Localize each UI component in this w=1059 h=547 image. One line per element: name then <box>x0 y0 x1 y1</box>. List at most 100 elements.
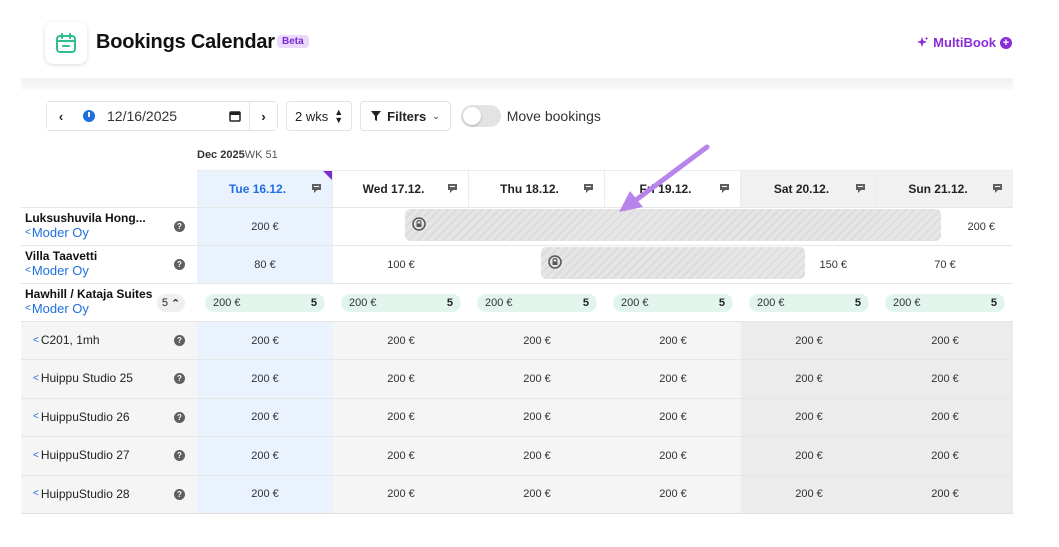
price-cell[interactable]: 200 € <box>333 360 469 397</box>
comment-icon[interactable] <box>719 183 730 194</box>
availability-pill[interactable]: 200 € 5 <box>205 294 325 312</box>
help-icon[interactable]: ? <box>174 373 185 385</box>
price-cell[interactable]: 200 € <box>605 360 741 397</box>
price-cell[interactable]: 200 € <box>469 360 605 397</box>
price-cell[interactable]: 200 € <box>741 322 877 360</box>
price-cell[interactable]: 200 € <box>197 208 333 245</box>
price-cell[interactable]: 200 € <box>469 476 605 513</box>
comment-icon[interactable] <box>583 183 594 194</box>
comment-icon[interactable] <box>311 183 322 194</box>
plus-circle-icon: + <box>1000 36 1012 49</box>
pill-price: 200 € <box>893 297 921 309</box>
today-marker <box>323 171 332 180</box>
multibook-button[interactable]: MultiBook + <box>916 35 1012 50</box>
price-cell[interactable]: 200 € <box>605 476 741 513</box>
price-cell[interactable]: 200 € <box>877 437 1013 475</box>
pill-availability: 5 <box>310 297 317 309</box>
filters-button[interactable]: Filters ⌄ <box>360 101 451 131</box>
comment-icon[interactable] <box>992 183 1003 194</box>
price-cell[interactable]: 200 € <box>469 399 605 436</box>
price-cell[interactable]: 200 € <box>605 322 741 359</box>
price-cell[interactable]: 200 € <box>197 322 333 360</box>
multibook-label: MultiBook <box>933 35 996 50</box>
app-header: Bookings Calendar Beta MultiBook + <box>21 18 1013 78</box>
price-cell[interactable]: 200 € <box>197 398 333 437</box>
price-cell[interactable]: 200 € <box>877 398 1013 437</box>
pill-availability: 5 <box>582 297 589 309</box>
property-label[interactable]: Villa Taavetti < Moder Oy <box>25 249 165 278</box>
price-cell[interactable]: 200 € <box>741 398 877 437</box>
day-header[interactable]: Sun 21.12. <box>877 170 1013 207</box>
availability-pill[interactable]: 200 € 5 <box>613 294 733 312</box>
page-title: Bookings Calendar <box>96 31 275 53</box>
price-cell[interactable]: 70 € <box>877 246 1013 283</box>
prev-button[interactable]: ‹ <box>47 102 75 130</box>
help-icon[interactable]: ? <box>174 259 185 270</box>
unit-label[interactable]: < HuippuStudio 27 <box>33 448 130 462</box>
price-cell[interactable]: 200 € <box>197 437 333 475</box>
price-cell[interactable]: 200 € <box>741 475 877 513</box>
price-cell[interactable]: 200 € <box>877 475 1013 513</box>
comment-icon[interactable] <box>855 183 866 194</box>
help-icon[interactable]: ? <box>174 335 185 346</box>
price-cell[interactable]: 200 € <box>333 437 469 474</box>
price-cell[interactable]: 200 € <box>877 360 1013 398</box>
price-cell[interactable]: 200 € <box>605 437 741 474</box>
price-cell[interactable]: 200 € <box>197 360 333 398</box>
booking-block[interactable] <box>405 209 941 241</box>
price-cell[interactable]: 200 € <box>333 476 469 513</box>
span-select[interactable]: 2 wks ▲ ▼ <box>286 101 353 131</box>
day-header[interactable]: Tue 16.12. <box>197 170 333 207</box>
share-icon: < <box>33 372 39 384</box>
today-button[interactable] <box>75 102 103 130</box>
price-cell[interactable]: 200 € <box>333 322 469 359</box>
unit-label[interactable]: < HuippuStudio 28 <box>33 487 130 501</box>
expand-toggle[interactable]: 5 ⌃ <box>157 294 185 312</box>
comment-icon[interactable] <box>447 183 458 194</box>
date-input[interactable] <box>103 102 221 130</box>
booking-block[interactable] <box>541 247 805 279</box>
help-icon[interactable]: ? <box>174 221 185 232</box>
price-cell[interactable]: 200 € <box>333 399 469 436</box>
price-cell[interactable]: 80 € <box>197 246 333 283</box>
date-navigator: ‹ › <box>46 101 278 131</box>
price-cell[interactable]: 200 € <box>469 322 605 359</box>
owner-link[interactable]: < Moder Oy <box>25 263 165 278</box>
unit-label[interactable]: < Huippu Studio 25 <box>33 371 133 385</box>
next-button[interactable]: › <box>249 102 277 130</box>
price-cell[interactable]: 200 € <box>877 322 1013 360</box>
price-cell[interactable]: 200 € <box>741 437 877 475</box>
availability-pill[interactable]: 200 € 5 <box>885 294 1005 312</box>
availability-pill[interactable]: 200 € 5 <box>749 294 869 312</box>
day-header[interactable]: Fri 19.12. <box>605 170 741 207</box>
owner-link[interactable]: < Moder Oy <box>25 301 165 316</box>
chevron-up-icon: ⌃ <box>170 297 181 310</box>
property-row: Villa Taavetti < Moder Oy? 80 €100 €150 €70… <box>21 245 1013 283</box>
owner-link[interactable]: < Moder Oy <box>25 225 165 240</box>
unit-label[interactable]: < C201, 1mh <box>33 333 100 347</box>
pill-price: 200 € <box>349 297 377 309</box>
price-cell[interactable]: 200 € <box>605 399 741 436</box>
help-icon[interactable]: ? <box>174 488 185 500</box>
help-icon[interactable]: ? <box>174 411 185 423</box>
day-header[interactable]: Wed 17.12. <box>333 170 469 207</box>
price-cell[interactable]: 100 € <box>333 246 469 283</box>
day-header[interactable]: Thu 18.12. <box>469 170 605 207</box>
availability-pill[interactable]: 200 € 5 <box>341 294 461 312</box>
price-cell[interactable]: 200 € <box>469 437 605 474</box>
property-label[interactable]: Luksushuvila Hong... < Moder Oy <box>25 211 165 240</box>
day-header[interactable]: Sat 20.12. <box>741 170 877 207</box>
availability-pill[interactable]: 200 € 5 <box>477 294 597 312</box>
unit-label[interactable]: < HuippuStudio 26 <box>33 410 130 424</box>
date-picker-button[interactable] <box>221 102 249 130</box>
share-icon: < <box>33 488 39 500</box>
day-label: Fri 19.12. <box>639 182 692 196</box>
price-cell[interactable]: 200 € <box>741 360 877 398</box>
move-bookings-toggle[interactable] <box>460 105 501 127</box>
owner-name: Moder Oy <box>31 263 89 278</box>
help-icon[interactable]: ? <box>174 450 185 462</box>
group-label[interactable]: Hawhill / Kataja Suites < Moder Oy <box>25 287 165 316</box>
grid-bottom-border <box>21 513 1013 514</box>
price-cell[interactable]: 200 € <box>197 475 333 513</box>
clock-icon <box>83 110 95 122</box>
